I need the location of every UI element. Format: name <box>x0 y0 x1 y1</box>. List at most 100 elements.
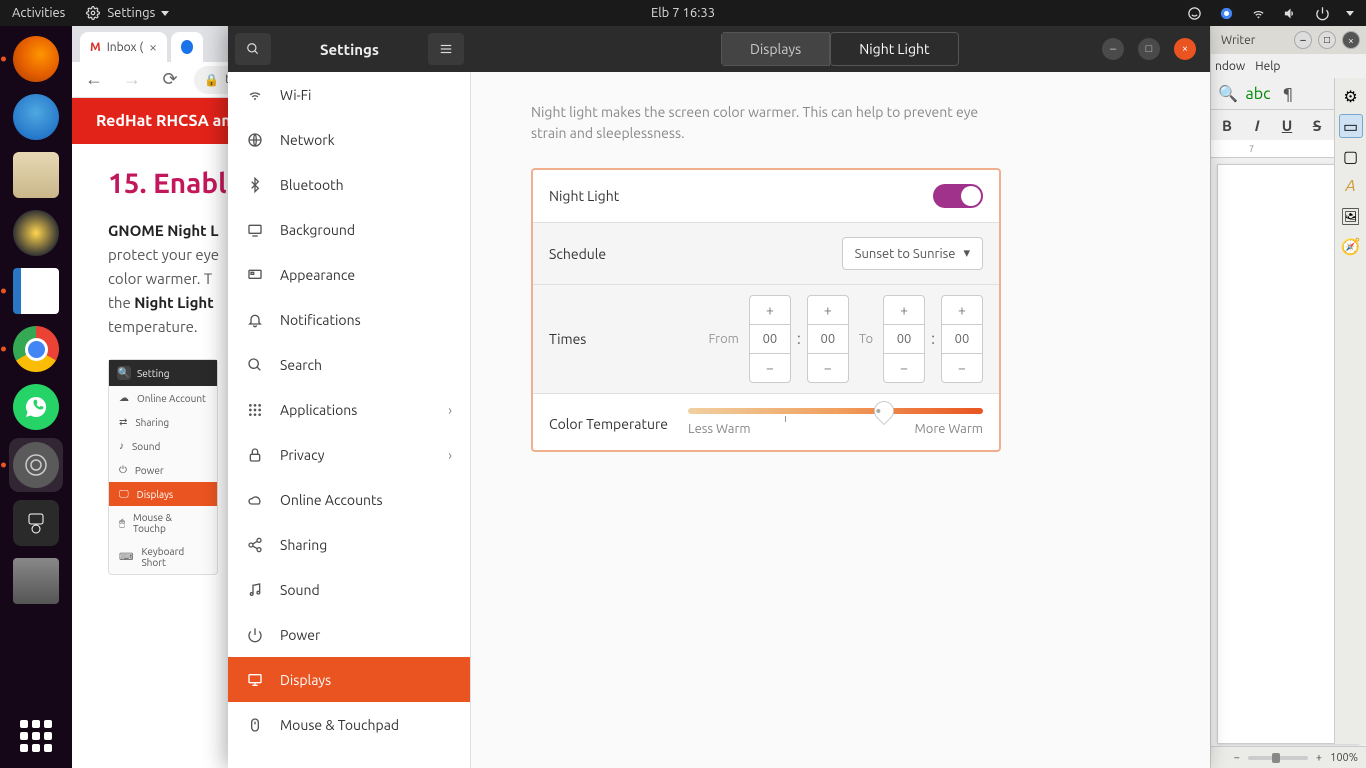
dock-rhythmbox[interactable] <box>9 206 63 260</box>
reload-button[interactable]: ⟳ <box>156 66 184 94</box>
dock-settings[interactable] <box>9 438 63 492</box>
search-button[interactable] <box>235 33 271 65</box>
spinner-value: 00 <box>884 324 924 354</box>
close-icon[interactable]: × <box>149 39 157 55</box>
minus-icon[interactable]: − <box>942 354 982 382</box>
italic-button[interactable]: I <box>1247 117 1267 134</box>
from-min-spinner[interactable]: +00− <box>807 295 849 383</box>
libre-menubar[interactable]: ndow Help <box>1211 54 1366 78</box>
power-icon <box>246 626 264 644</box>
side-styles-icon[interactable]: ▢ <box>1339 144 1363 168</box>
back-button[interactable]: ← <box>80 66 108 94</box>
plus-icon[interactable]: + <box>750 296 790 324</box>
minus-icon[interactable]: − <box>750 354 790 382</box>
sidebar-item-online-accounts[interactable]: Online Accounts <box>228 477 470 522</box>
sidebar-item-search[interactable]: Search <box>228 342 470 387</box>
colon: : <box>931 330 935 348</box>
dock-libreoffice[interactable] <box>9 264 63 318</box>
minus-icon[interactable]: − <box>884 354 924 382</box>
dock-thunderbird[interactable] <box>9 90 63 144</box>
dock-whatsapp[interactable] <box>9 380 63 434</box>
zoom-in-button[interactable]: + <box>1316 752 1322 764</box>
less-warm-label: Less Warm <box>688 422 751 436</box>
sidebar-label: Applications <box>280 402 357 418</box>
minimize-button[interactable]: ‒ <box>1294 31 1312 49</box>
sidebar-item-sharing[interactable]: Sharing <box>228 522 470 567</box>
color-temp-slider[interactable] <box>688 408 983 414</box>
sidebar-item-applications[interactable]: Applications› <box>228 387 470 432</box>
app-menu[interactable]: Settings <box>85 5 169 21</box>
tab-night-light[interactable]: Night Light <box>830 32 958 66</box>
color-temp-label: Color Temperature <box>549 408 668 432</box>
night-light-toggle[interactable] <box>933 184 983 208</box>
close-button[interactable]: × <box>1342 31 1360 49</box>
slider-thumb[interactable] <box>870 397 898 425</box>
menu-help[interactable]: Help <box>1255 60 1280 73</box>
zoom-out-button[interactable]: − <box>1234 752 1240 764</box>
sidebar-item-background[interactable]: Background <box>228 207 470 252</box>
minimize-button[interactable]: ‒ <box>1102 38 1124 60</box>
show-applications[interactable] <box>16 716 56 756</box>
top-panel: Activities Settings Elb 7 16:33 <box>0 0 1366 26</box>
close-button[interactable]: × <box>1174 38 1196 60</box>
side-page-icon[interactable]: ▭ <box>1339 114 1363 138</box>
forward-button[interactable]: → <box>118 66 146 94</box>
side-gallery-icon[interactable]: 🖼 <box>1339 204 1363 228</box>
dock-files[interactable] <box>9 148 63 202</box>
sidebar-item-power[interactable]: Power <box>228 612 470 657</box>
maximize-button[interactable]: □ <box>1138 38 1160 60</box>
spellcheck-icon[interactable]: abc <box>1247 83 1269 105</box>
to-min-spinner[interactable]: +00− <box>941 295 983 383</box>
sidebar-label: Bluetooth <box>280 177 344 193</box>
to-hour-spinner[interactable]: +00− <box>883 295 925 383</box>
sidebar-item-displays[interactable]: Displays <box>228 657 470 702</box>
night-light-label: Night Light <box>549 188 619 204</box>
bluetooth-icon <box>246 176 264 194</box>
dock-media[interactable] <box>9 496 63 550</box>
plus-icon[interactable]: + <box>808 296 848 324</box>
sidebar-item-appearance[interactable]: Appearance <box>228 252 470 297</box>
dropdown-value: Sunset to Sunrise <box>855 247 956 261</box>
sidebar-item-privacy[interactable]: Privacy› <box>228 432 470 477</box>
side-nav-icon[interactable]: 🧭 <box>1339 234 1363 258</box>
underline-button[interactable]: U <box>1277 117 1297 134</box>
power-icon[interactable] <box>1314 5 1330 21</box>
schedule-dropdown[interactable]: Sunset to Sunrise ▾ <box>842 237 983 270</box>
zoom-value: 100% <box>1330 752 1358 764</box>
pilcrow-icon[interactable]: ¶ <box>1277 83 1299 105</box>
minus-icon[interactable]: − <box>808 354 848 382</box>
plus-icon[interactable]: + <box>884 296 924 324</box>
lock-icon <box>246 446 264 464</box>
browser-tab-2[interactable] <box>171 32 203 62</box>
strike-button[interactable]: S <box>1307 117 1327 134</box>
schedule-label: Schedule <box>549 246 606 262</box>
dock-sd[interactable] <box>9 554 63 608</box>
sidebar-item-bluetooth[interactable]: Bluetooth <box>228 162 470 207</box>
side-properties-icon[interactable]: ⚙ <box>1339 84 1363 108</box>
whatsapp-indicator-icon[interactable] <box>1186 5 1202 21</box>
bold-button[interactable]: B <box>1217 117 1237 134</box>
wifi-icon[interactable] <box>1250 5 1266 21</box>
side-char-icon[interactable]: A <box>1339 174 1363 198</box>
hamburger-button[interactable] <box>428 33 464 65</box>
volume-icon[interactable] <box>1282 5 1298 21</box>
activities-button[interactable]: Activities <box>12 6 65 20</box>
maximize-button[interactable]: □ <box>1318 31 1336 49</box>
zoom-slider[interactable] <box>1248 756 1308 760</box>
menu-window[interactable]: ndow <box>1215 60 1245 73</box>
from-hour-spinner[interactable]: +00− <box>749 295 791 383</box>
chrome-indicator-icon[interactable] <box>1218 5 1234 21</box>
tab-displays[interactable]: Displays <box>721 32 830 66</box>
sidebar-item-network[interactable]: Network <box>228 117 470 162</box>
system-menu-chevron-icon[interactable] <box>1346 11 1354 16</box>
sidebar-item-notifications[interactable]: Notifications <box>228 297 470 342</box>
plus-icon[interactable]: + <box>942 296 982 324</box>
sidebar-item-sound[interactable]: Sound <box>228 567 470 612</box>
clock[interactable]: Elb 7 16:33 <box>651 6 715 20</box>
dock-firefox[interactable] <box>9 32 63 86</box>
sidebar-item-wifi[interactable]: Wi-Fi <box>228 72 470 117</box>
browser-tab-inbox[interactable]: MInbox (× <box>80 32 167 62</box>
find-icon[interactable]: 🔍 <box>1217 83 1239 105</box>
sidebar-item-mouse[interactable]: Mouse & Touchpad <box>228 702 470 747</box>
dock-chrome[interactable] <box>9 322 63 376</box>
